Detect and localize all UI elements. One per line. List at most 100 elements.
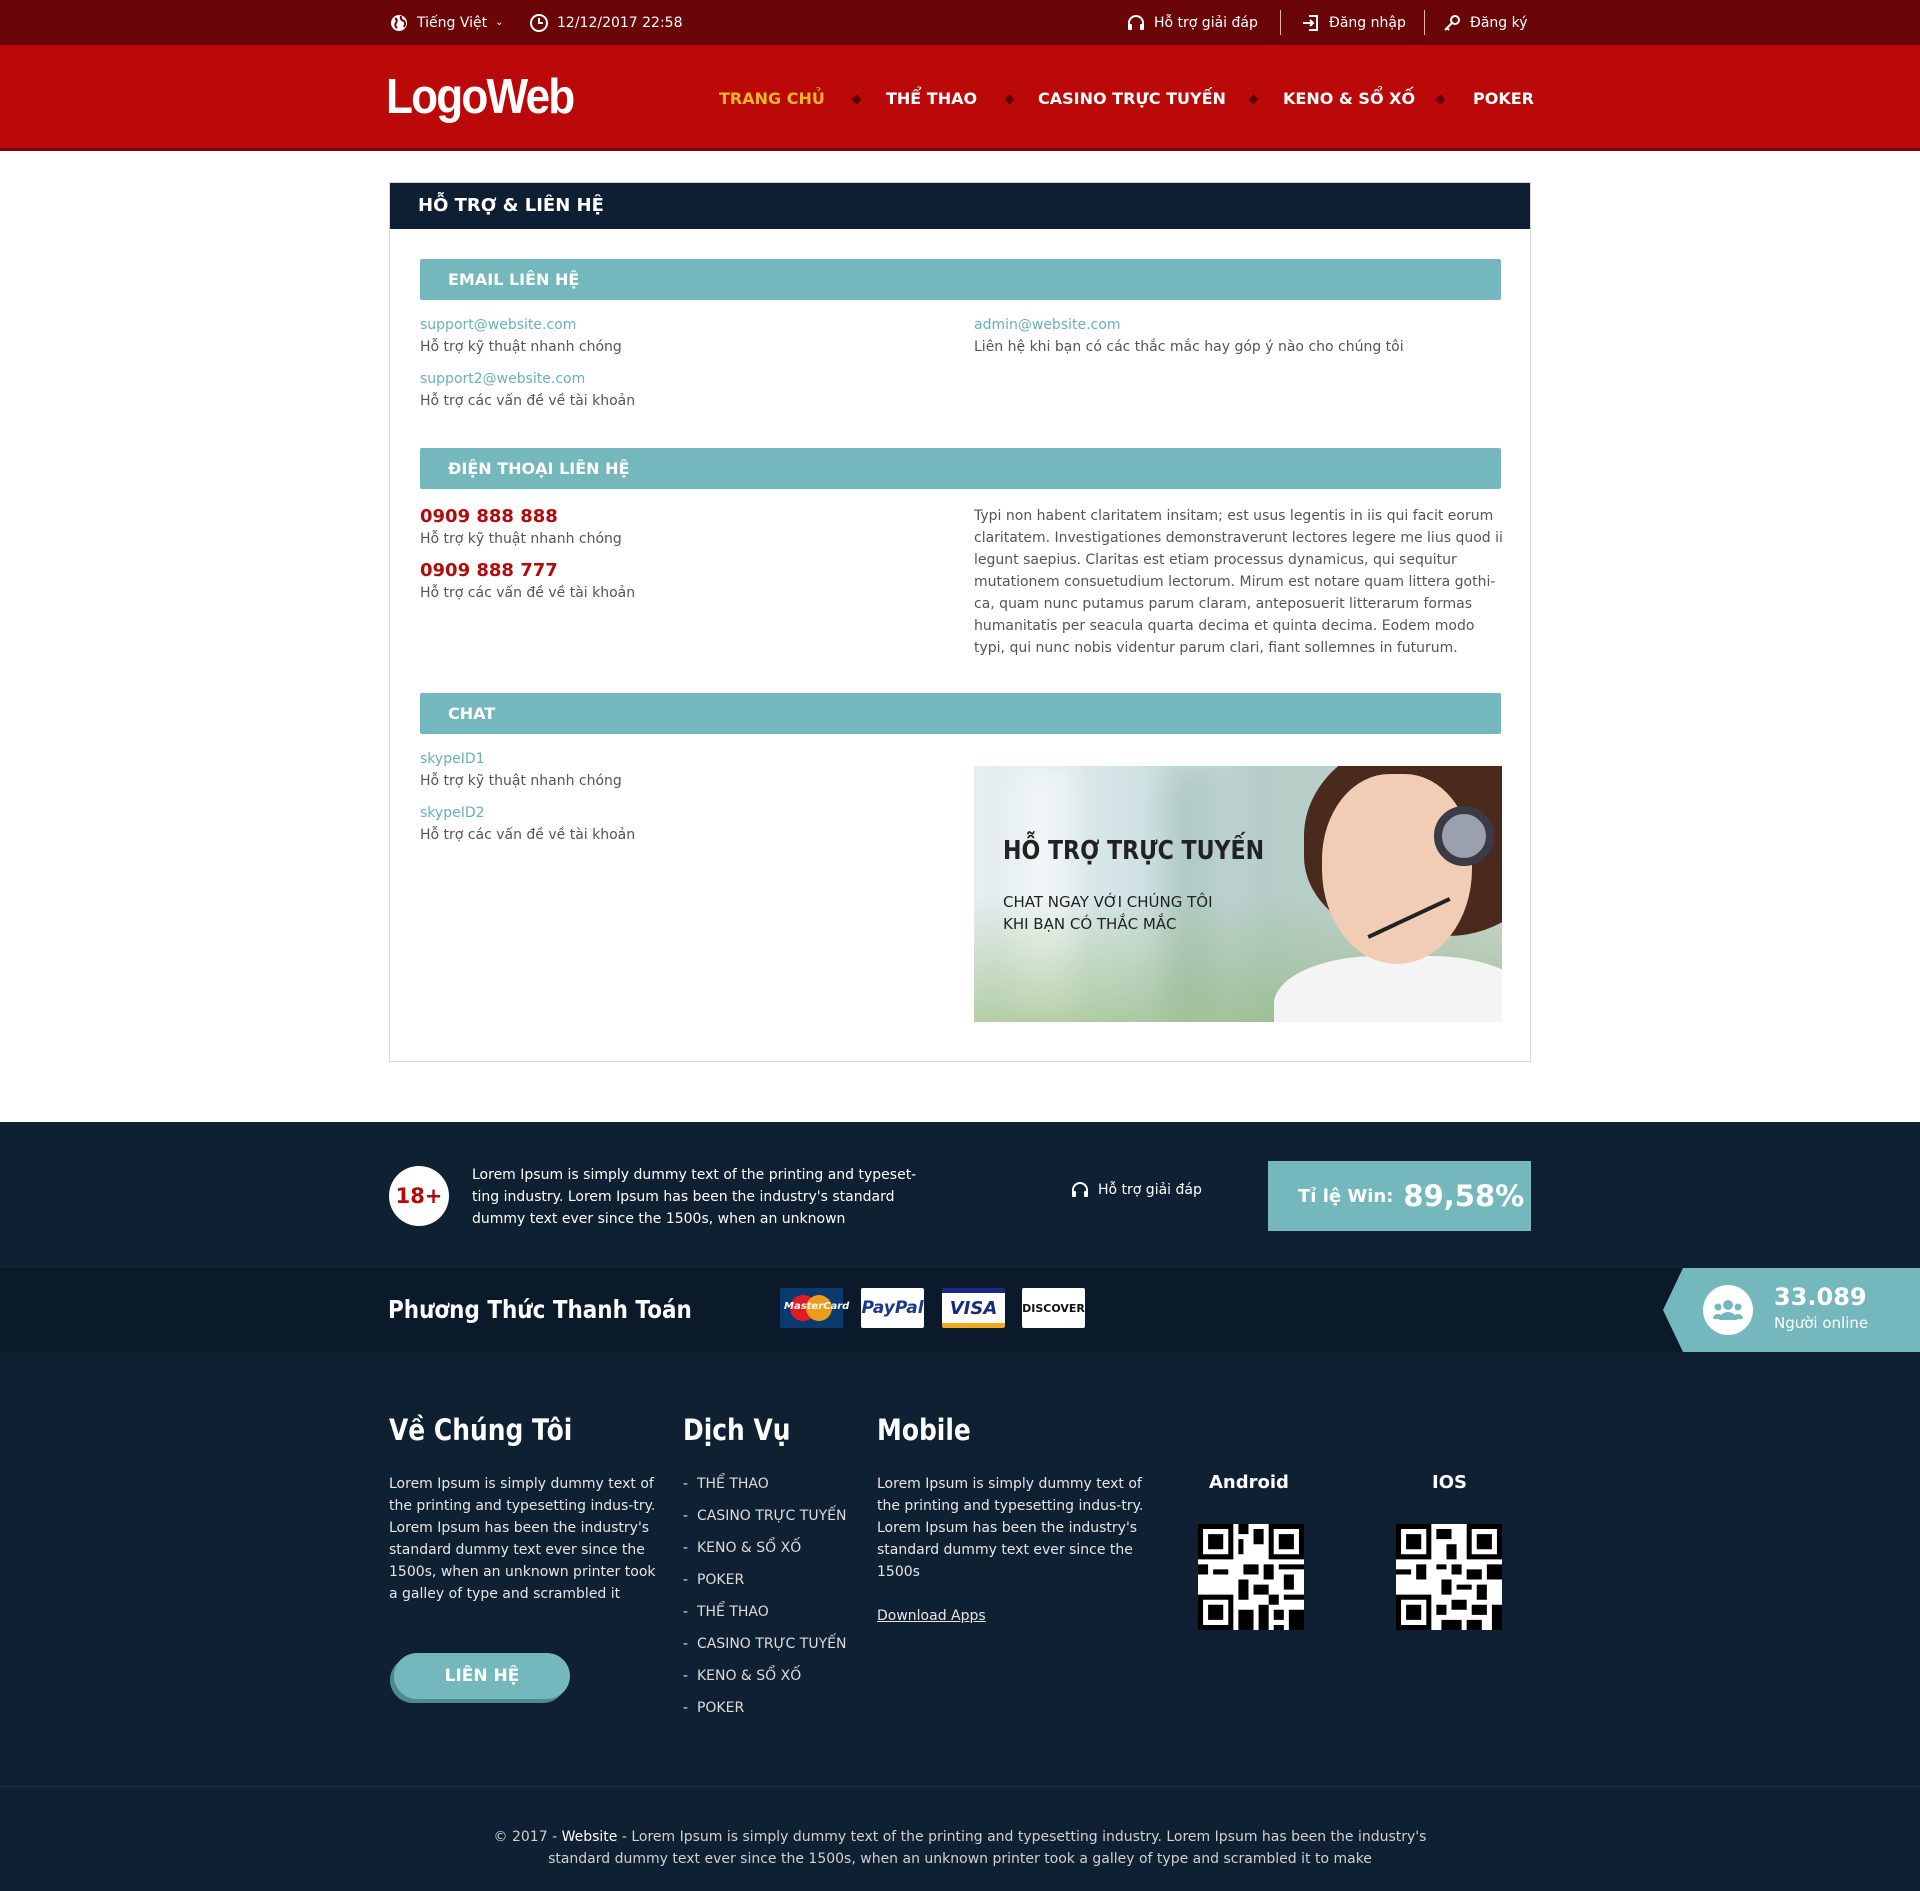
online-users-widget: 33.089 Người online	[1663, 1268, 1920, 1352]
footer: Về Chúng Tôi Lorem Ipsum is simply dummy…	[0, 1352, 1920, 1891]
email-desc: Hỗ trợ các vấn đề về tài khoản	[420, 393, 636, 409]
globe-icon	[391, 14, 407, 31]
service-label: THỂ THAO	[696, 1604, 769, 1620]
skype-link[interactable]: skypeID1	[420, 751, 485, 767]
nav-divider	[1004, 94, 1015, 105]
copyright-prefix: © 2017 -	[493, 1829, 562, 1845]
language-selector[interactable]: Tiếng Việt ⌄	[389, 0, 504, 45]
email-desc: Liên hệ khi bạn có các thắc mắc hay góp …	[974, 339, 1404, 355]
divider	[1424, 10, 1425, 35]
email-link[interactable]: admin@website.com	[974, 317, 1120, 333]
phone-section-heading: ĐIỆN THOẠI LIÊN HỆ	[420, 448, 1501, 489]
copyright-line: © 2017 - Website - Lorem Ipsum is simply…	[0, 1826, 1920, 1848]
register-link[interactable]: Đăng ký	[1442, 0, 1528, 45]
nav-divider	[1435, 94, 1446, 105]
service-label: CASINO TRỰC TUYẾN	[696, 1636, 847, 1652]
service-link[interactable]: - THỂ THAO	[683, 1604, 769, 1620]
top-bar: Tiếng Việt ⌄ 12/12/2017 22:58 Hỗ trợ giả…	[0, 0, 1920, 45]
copyright-site[interactable]: Website	[562, 1829, 618, 1845]
phone-number[interactable]: 0909 888 888	[420, 506, 558, 527]
nav-sports[interactable]: THỂ THAO	[886, 89, 977, 108]
service-label: KENO & SỔ XỐ	[696, 1668, 802, 1684]
phone-desc: Hỗ trợ kỹ thuật nhanh chóng	[420, 531, 622, 547]
support-agent-face	[1322, 774, 1472, 964]
datetime: 12/12/2017 22:58	[529, 0, 683, 45]
email-section-heading: EMAIL LIÊN HỆ	[420, 259, 1501, 300]
mastercard-text: MasterCard	[784, 1301, 850, 1312]
footer-disclaimer: Lorem Ipsum is simply dummy text of the …	[472, 1167, 917, 1227]
service-link[interactable]: - POKER	[683, 1700, 744, 1716]
footer-info-band: 18+ Lorem Ipsum is simply dummy text of …	[0, 1122, 1920, 1268]
service-link[interactable]: - KENO & SỔ XỐ	[683, 1668, 801, 1684]
clock-icon	[530, 13, 548, 32]
email-link[interactable]: support2@website.com	[420, 371, 585, 387]
service-label: KENO & SỔ XỐ	[696, 1540, 802, 1556]
discover-logo: DISCOVER	[1022, 1288, 1085, 1328]
skype-link[interactable]: skypeID2	[420, 805, 485, 821]
banner-line: CHAT NGAY VỚI CHÚNG TÔI	[1003, 893, 1213, 911]
service-link[interactable]: - KENO & SỔ XỐ	[683, 1540, 801, 1556]
service-label: POKER	[696, 1700, 745, 1716]
footer-support-link[interactable]: Hỗ trợ giải đáp	[1070, 1180, 1202, 1200]
phone-number[interactable]: 0909 888 777	[420, 560, 558, 581]
android-label: Android	[1209, 1472, 1289, 1493]
nav-poker[interactable]: POKER	[1473, 89, 1534, 108]
login-link[interactable]: Đăng nhập	[1301, 0, 1406, 45]
key-icon	[1444, 14, 1460, 31]
about-text: Lorem Ipsum is simply dummy text of the …	[389, 1476, 656, 1602]
login-icon	[1303, 14, 1318, 31]
nav-divider	[1248, 94, 1259, 105]
login-label: Đăng nhập	[1329, 14, 1406, 31]
banner-subtitle: CHAT NGAY VỚI CHÚNG TÔI KHI BẠN CÓ THẮC …	[1003, 891, 1243, 935]
support-link[interactable]: Hỗ trợ giải đáp	[1126, 0, 1258, 45]
service-label: CASINO TRỰC TUYẾN	[696, 1508, 847, 1524]
online-label: Người online	[1774, 1314, 1869, 1332]
support-label: Hỗ trợ giải đáp	[1154, 14, 1258, 31]
email-link[interactable]: support@website.com	[420, 317, 576, 333]
service-label: THỂ THAO	[696, 1476, 769, 1492]
service-link[interactable]: - THỂ THAO	[683, 1476, 769, 1492]
support-label: Hỗ trợ giải đáp	[1098, 1182, 1202, 1198]
nav-casino[interactable]: CASINO TRỰC TUYẾN	[1038, 89, 1226, 108]
banner-title: HỖ TRỢ TRỰC TUYẾN	[1003, 836, 1265, 866]
nav-divider	[851, 94, 862, 105]
download-apps-link[interactable]: Download Apps	[877, 1608, 986, 1624]
payment-band: Phương Thức Thanh Toán MasterCard PayPal…	[0, 1268, 1920, 1352]
copyright-text: standard dummy text ever since the 1500s…	[548, 1851, 1372, 1867]
chevron-down-icon: ⌄	[495, 17, 504, 28]
copyright-text: - Lorem Ipsum is simply dummy text of th…	[617, 1829, 1427, 1845]
email-desc: Hỗ trợ kỹ thuật nhanh chóng	[420, 339, 622, 355]
online-support-banner[interactable]: HỖ TRỢ TRỰC TUYẾN CHAT NGAY VỚI CHÚNG TÔ…	[974, 766, 1502, 1022]
ios-label: IOS	[1432, 1472, 1467, 1493]
age-badge: 18+	[389, 1166, 449, 1226]
win-rate-label: Tỉ lệ Win:	[1298, 1185, 1394, 1207]
contact-button[interactable]: LIÊN HỆ	[394, 1653, 570, 1699]
divider	[1280, 10, 1281, 35]
win-rate-box: Tỉ lệ Win: 89,58%	[1268, 1161, 1531, 1231]
about-title: Về Chúng Tôi	[389, 1413, 573, 1447]
headset-image	[1434, 806, 1494, 866]
ios-qr-code[interactable]	[1396, 1524, 1502, 1630]
datetime-label: 12/12/2017 22:58	[557, 14, 683, 31]
header: LogoWeb TRANG CHỦ THỂ THAO CASINO TRỰC T…	[0, 45, 1920, 151]
logo[interactable]: LogoWeb	[386, 69, 575, 125]
footer-divider	[0, 1786, 1920, 1787]
support-contact-panel: HỖ TRỢ & LIÊN HỆ EMAIL LIÊN HỆ support@w…	[389, 182, 1531, 1062]
nav-home[interactable]: TRANG CHỦ	[719, 89, 825, 108]
service-link[interactable]: - CASINO TRỰC TUYẾN	[683, 1636, 846, 1652]
win-rate-value: 89,58%	[1403, 1179, 1525, 1213]
headset-icon	[1128, 14, 1144, 30]
service-link[interactable]: - POKER	[683, 1572, 744, 1588]
banner-line: KHI BẠN CÓ THẮC MẮC	[1003, 915, 1177, 933]
users-icon-svg	[1713, 1300, 1743, 1320]
chat-section-heading: CHAT	[420, 693, 1501, 734]
paypal-logo: PayPal	[861, 1288, 924, 1328]
mastercard-logo: MasterCard	[780, 1288, 849, 1328]
nav-keno[interactable]: KENO & SỔ XỐ	[1283, 89, 1415, 108]
phone-desc: Hỗ trợ các vấn đề về tài khoản	[420, 585, 636, 601]
skype-desc: Hỗ trợ các vấn đề về tài khoản	[420, 827, 636, 843]
visa-logo: VISA	[942, 1288, 1005, 1328]
service-label: POKER	[696, 1572, 745, 1588]
android-qr-code[interactable]	[1198, 1524, 1304, 1630]
service-link[interactable]: - CASINO TRỰC TUYẾN	[683, 1508, 846, 1524]
